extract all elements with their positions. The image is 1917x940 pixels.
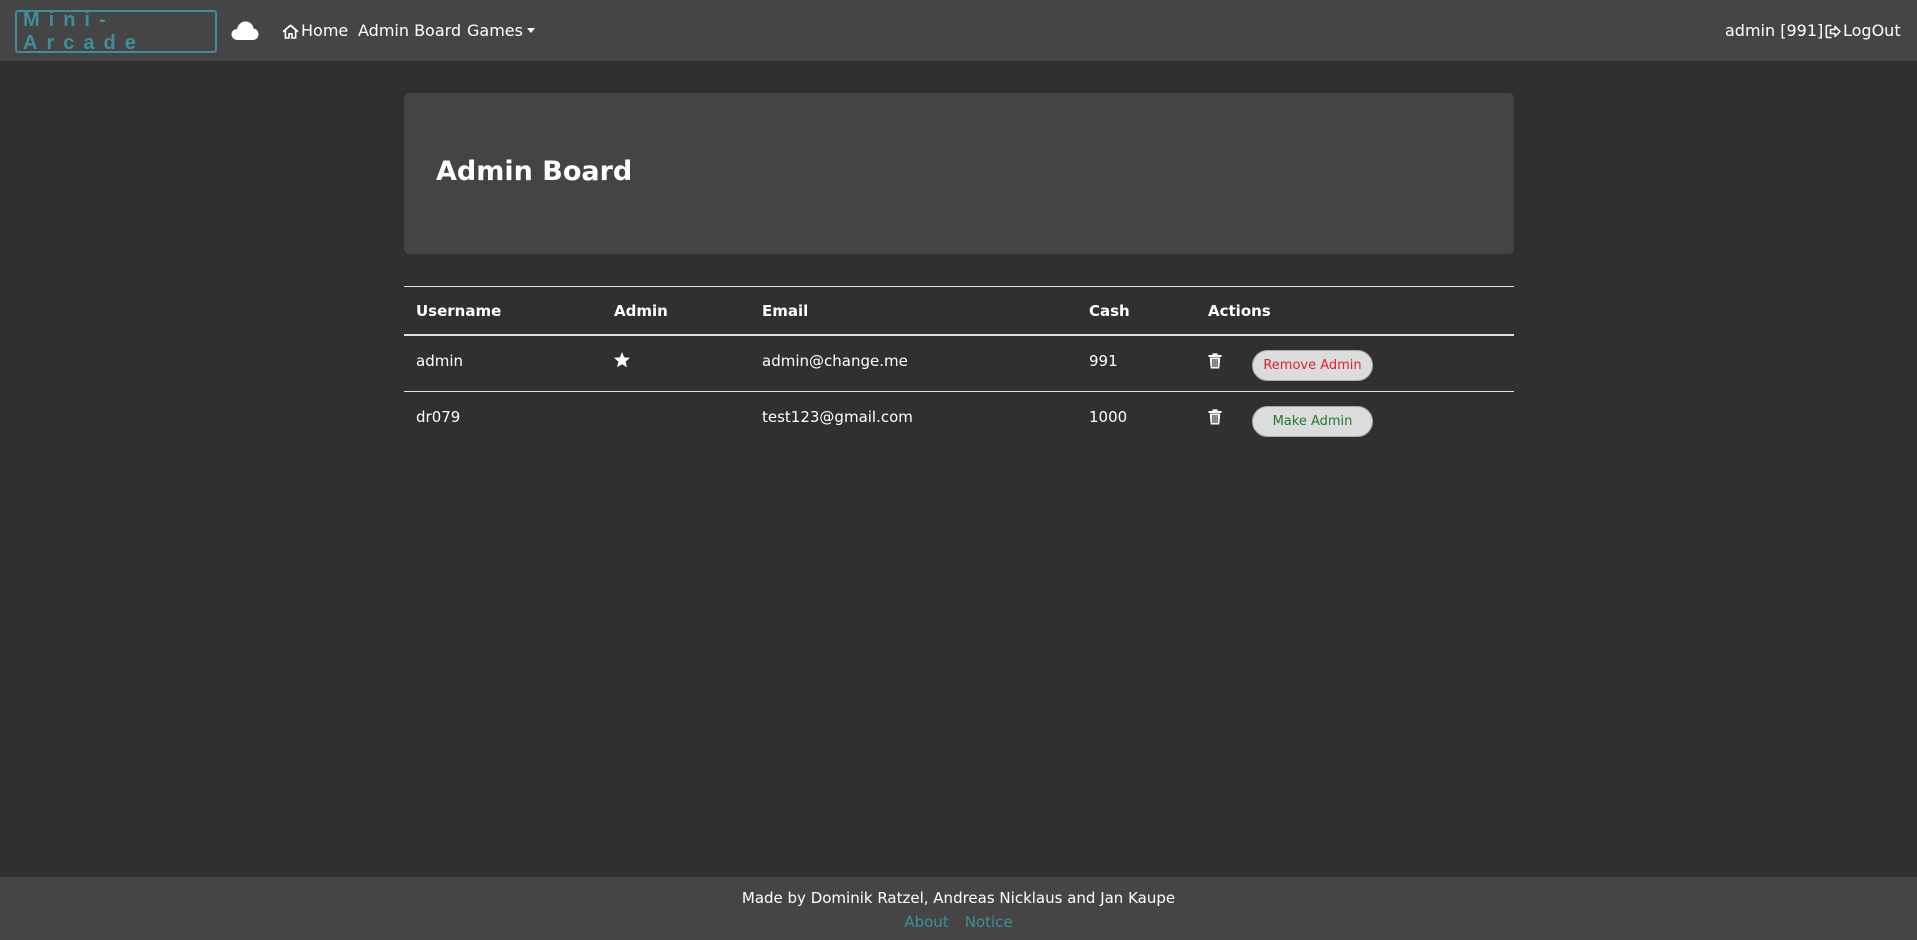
star-icon [614, 352, 630, 368]
users-table: Username Admin Email Cash Actions admin … [404, 286, 1514, 448]
row-username: admin [416, 352, 463, 370]
logout-label: LogOut [1843, 21, 1901, 40]
header-actions: Actions [1208, 302, 1271, 320]
footer-credit: Made by Dominik Ratzel, Andreas Nicklaus… [741, 889, 1176, 907]
table-row: dr079 test123@gmail.com 1000 Make Admin [404, 392, 1514, 448]
logout-icon [1825, 24, 1841, 38]
row-email: test123@gmail.com [762, 408, 913, 426]
row-email: admin@change.me [762, 352, 908, 370]
page-title: Admin Board [436, 156, 633, 187]
table-row: admin admin@change.me 991 Remove Admin [404, 336, 1514, 392]
nav-home-link[interactable]: Home [282, 20, 348, 42]
header-admin: Admin [614, 302, 668, 320]
table-header-row: Username Admin Email Cash Actions [404, 286, 1514, 336]
header-cash: Cash [1089, 302, 1130, 320]
trash-icon[interactable] [1208, 409, 1222, 425]
row-cash: 991 [1089, 352, 1118, 370]
navbar: Mini-Arcade Home Admin Board Games admin… [0, 0, 1917, 61]
notice-link[interactable]: Notice [965, 912, 1013, 932]
row-cash: 1000 [1089, 408, 1128, 426]
current-user-label[interactable]: admin [991] [1725, 20, 1823, 42]
remove-admin-button[interactable]: Remove Admin [1252, 350, 1373, 381]
logout-link[interactable]: LogOut [1825, 20, 1901, 42]
nav-admin-board-link[interactable]: Admin Board [358, 20, 461, 42]
about-link[interactable]: About [904, 912, 948, 932]
header-email: Email [762, 302, 809, 320]
footer: Made by Dominik Ratzel, Andreas Nicklaus… [0, 877, 1917, 940]
row-username: dr079 [416, 408, 461, 426]
make-admin-button[interactable]: Make Admin [1252, 406, 1373, 437]
jumbotron: Admin Board [404, 93, 1514, 254]
nav-games-label: Games [467, 21, 523, 40]
brand-logo[interactable]: Mini-Arcade [15, 9, 217, 54]
header-username: Username [416, 302, 502, 320]
chevron-down-icon [526, 27, 535, 33]
nav-home-label: Home [301, 21, 349, 40]
footer-links: About Notice [0, 912, 1917, 932]
nav-games-dropdown[interactable]: Games [467, 20, 535, 42]
trash-icon[interactable] [1208, 353, 1222, 369]
cloud-icon[interactable] [231, 20, 259, 42]
home-icon [282, 23, 299, 39]
